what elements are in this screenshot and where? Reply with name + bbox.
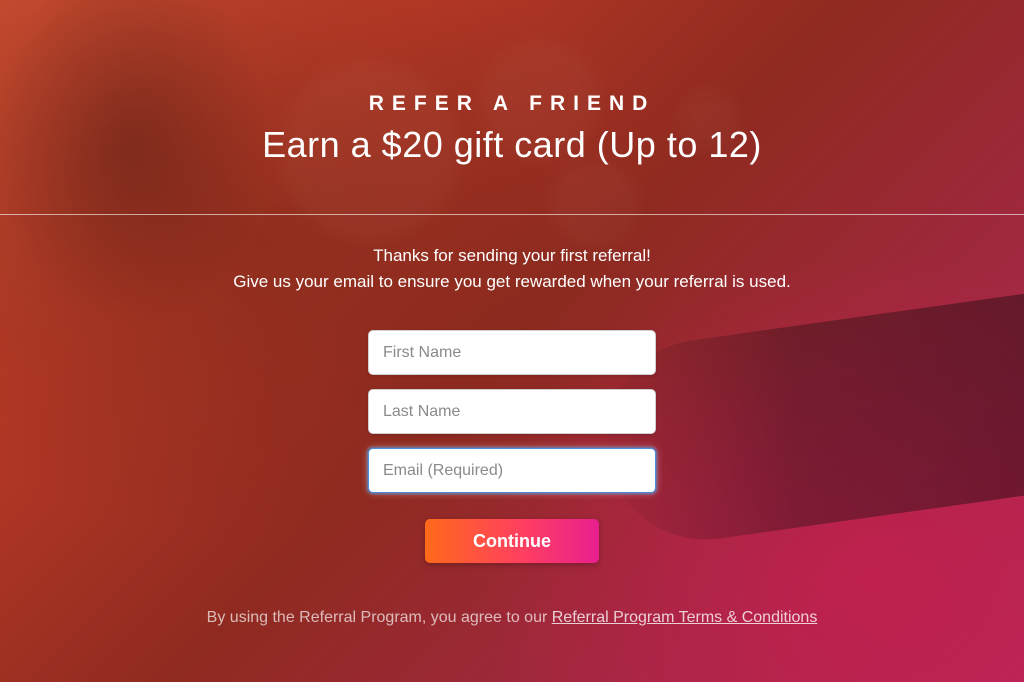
continue-button[interactable]: Continue — [425, 519, 599, 563]
message-line-1: Thanks for sending your first referral! — [233, 243, 791, 269]
divider-line — [0, 214, 1024, 215]
email-input[interactable] — [368, 448, 656, 493]
headline-text: Earn a $20 gift card (Up to 12) — [262, 124, 762, 166]
message-line-2: Give us your email to ensure you get rew… — [233, 269, 791, 295]
referral-form: Continue — [368, 330, 656, 563]
referral-modal-content: REFER A FRIEND Earn a $20 gift card (Up … — [0, 0, 1024, 682]
eyebrow-text: REFER A FRIEND — [369, 92, 656, 116]
last-name-input[interactable] — [368, 389, 656, 434]
instruction-message: Thanks for sending your first referral! … — [233, 243, 791, 294]
legal-prefix: By using the Referral Program, you agree… — [207, 609, 552, 626]
terms-link[interactable]: Referral Program Terms & Conditions — [552, 609, 818, 626]
legal-text: By using the Referral Program, you agree… — [207, 609, 818, 627]
first-name-input[interactable] — [368, 330, 656, 375]
